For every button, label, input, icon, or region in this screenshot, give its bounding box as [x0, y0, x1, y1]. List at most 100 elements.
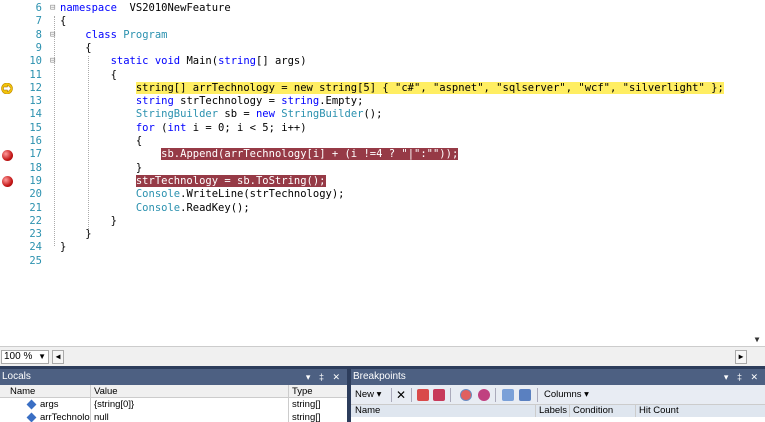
window-controls[interactable]: ▾ ‡ ✕	[306, 369, 343, 385]
code-line[interactable]: 24}	[0, 241, 750, 254]
code-line[interactable]: 19 strTechnology = sb.ToString();	[0, 174, 750, 188]
code-editor[interactable]: 6 ⊟ namespace VS2010NewFeature 7{8 ⊟ class P…	[0, 0, 750, 346]
code-line[interactable]: 17 sb.Append(arrTechnology[i] + (i !=4 ?…	[0, 148, 750, 161]
window-controls[interactable]: ▾ ‡ ✕	[724, 369, 761, 385]
code-text: }	[60, 228, 92, 241]
table-row[interactable]: arrTechnolo null string[]	[0, 411, 347, 422]
field-icon	[26, 399, 37, 410]
code-line[interactable]: 15 for (int i = 0; i < 5; i++)	[0, 122, 750, 135]
local-type: string[]	[292, 399, 321, 410]
fold-toggle-icon[interactable]: ⊟	[50, 2, 59, 15]
line-number: 14	[29, 108, 42, 121]
local-name: args	[40, 399, 59, 410]
scroll-down-icon[interactable]: ▼	[750, 333, 764, 347]
locals-col-type[interactable]: Type	[292, 385, 313, 398]
breakpoints-title-bar[interactable]: Breakpoints ▾ ‡ ✕	[351, 369, 765, 385]
code-line[interactable]: 16 {	[0, 135, 750, 148]
new-breakpoint-button[interactable]: New ▾	[355, 388, 381, 402]
code-line[interactable]: 23 }	[0, 228, 750, 241]
code-token: sb.Append(arrTechnology[i] + (i !=4 ? "|…	[161, 148, 459, 161]
code-token: sb =	[218, 108, 256, 121]
code-line[interactable]: 25	[0, 255, 750, 268]
line-number: 21	[29, 201, 42, 214]
locals-title-bar[interactable]: Locals ▾ ‡ ✕	[0, 369, 347, 385]
local-value[interactable]: null	[94, 411, 109, 422]
code-token: i = 0; i < 5; i++)	[186, 121, 307, 134]
table-row[interactable]: args {string[0]} string[]	[0, 398, 347, 411]
code-text: namespace VS2010NewFeature	[60, 2, 231, 15]
code-token: namespace	[60, 2, 117, 14]
code-token: Console	[135, 188, 181, 201]
code-line[interactable]: 9 {	[0, 42, 750, 55]
columns-button[interactable]: Columns ▾	[544, 388, 589, 402]
delete-icon[interactable]: ✕	[396, 388, 406, 402]
line-number: 20	[29, 188, 42, 201]
bp-col-condition[interactable]: Condition	[573, 405, 613, 417]
code-text: }	[60, 241, 66, 254]
code-token: static void	[110, 55, 181, 68]
line-number: 15	[29, 121, 42, 134]
breakpoints-toolbar: New ▾ ✕ Columns ▾	[351, 385, 765, 405]
line-number: 13	[29, 95, 42, 108]
code-text: string[] arrTechnology = new string[5] {…	[60, 81, 724, 95]
code-text: {	[60, 15, 66, 28]
code-line[interactable]: 6 ⊟ namespace VS2010NewFeature	[0, 2, 750, 15]
code-line[interactable]: 12 string[] arrTechnology = new string[5…	[0, 81, 750, 95]
zoom-dropdown[interactable]: 100 % ▼	[1, 350, 49, 364]
locals-col-value[interactable]: Value	[94, 385, 118, 398]
go-to-disassembly-icon[interactable]	[478, 389, 490, 401]
code-token: strTechnology = sb.ToString();	[135, 174, 326, 187]
code-token: Console	[135, 201, 181, 214]
code-text: {	[60, 135, 142, 148]
locals-window: Locals ▾ ‡ ✕ Name Value Type args {strin…	[0, 369, 347, 422]
code-token: }	[60, 228, 92, 241]
import-icon[interactable]	[519, 389, 531, 401]
code-text: }	[60, 162, 142, 175]
local-value[interactable]: {string[0]}	[94, 398, 134, 411]
code-token: .ReadKey();	[180, 201, 250, 214]
code-line[interactable]: 20 Console.WriteLine(strTechnology);	[0, 188, 750, 201]
bp-col-name[interactable]: Name	[355, 405, 380, 417]
go-to-source-icon[interactable]	[460, 389, 472, 401]
line-number: 6	[35, 2, 42, 14]
line-number: 9	[35, 41, 42, 54]
code-line[interactable]: 18 }	[0, 162, 750, 175]
locals-col-name[interactable]: Name	[10, 385, 35, 398]
export-icon[interactable]	[502, 389, 514, 401]
code-line[interactable]: 10 ⊟ static void Main(string[] args)	[0, 55, 750, 68]
chevron-down-icon: ▼	[38, 352, 46, 361]
scroll-right-icon[interactable]: ▶	[735, 350, 747, 364]
code-text: class Program	[60, 29, 167, 42]
delete-all-icon[interactable]	[417, 389, 429, 401]
code-line[interactable]: 7{	[0, 15, 750, 28]
line-number: 10	[29, 55, 42, 68]
code-line[interactable]: 8 ⊟ class Program	[0, 29, 750, 42]
code-line[interactable]: 11 {	[0, 69, 750, 82]
bp-col-hit-count[interactable]: Hit Count	[639, 405, 679, 417]
code-token: .Empty;	[319, 95, 364, 108]
scroll-left-icon[interactable]: ◀	[52, 350, 64, 364]
code-token: }	[60, 214, 117, 227]
code-line[interactable]: 22 }	[0, 215, 750, 228]
code-line[interactable]: 21 Console.ReadKey();	[0, 202, 750, 215]
disable-all-icon[interactable]	[433, 389, 445, 401]
code-token: StringBuilder	[281, 108, 364, 121]
fold-toggle-icon[interactable]: ⊟	[50, 55, 59, 68]
breakpoints-title: Breakpoints	[353, 371, 406, 382]
code-text: Console.ReadKey();	[60, 202, 250, 215]
code-token: Main(	[180, 55, 219, 68]
line-number: 25	[29, 254, 42, 267]
line-number: 7	[35, 15, 42, 28]
code-line[interactable]: 13 string strTechnology = string.Empty;	[0, 95, 750, 108]
bp-col-labels[interactable]: Labels	[539, 405, 567, 417]
code-text: {	[60, 42, 91, 55]
code-text: }	[60, 215, 117, 228]
code-line[interactable]: 14 StringBuilder sb = new StringBuilder(…	[0, 108, 750, 121]
fold-toggle-icon[interactable]: ⊟	[50, 29, 59, 42]
code-token: ();	[363, 108, 383, 121]
code-text: {	[60, 69, 117, 82]
